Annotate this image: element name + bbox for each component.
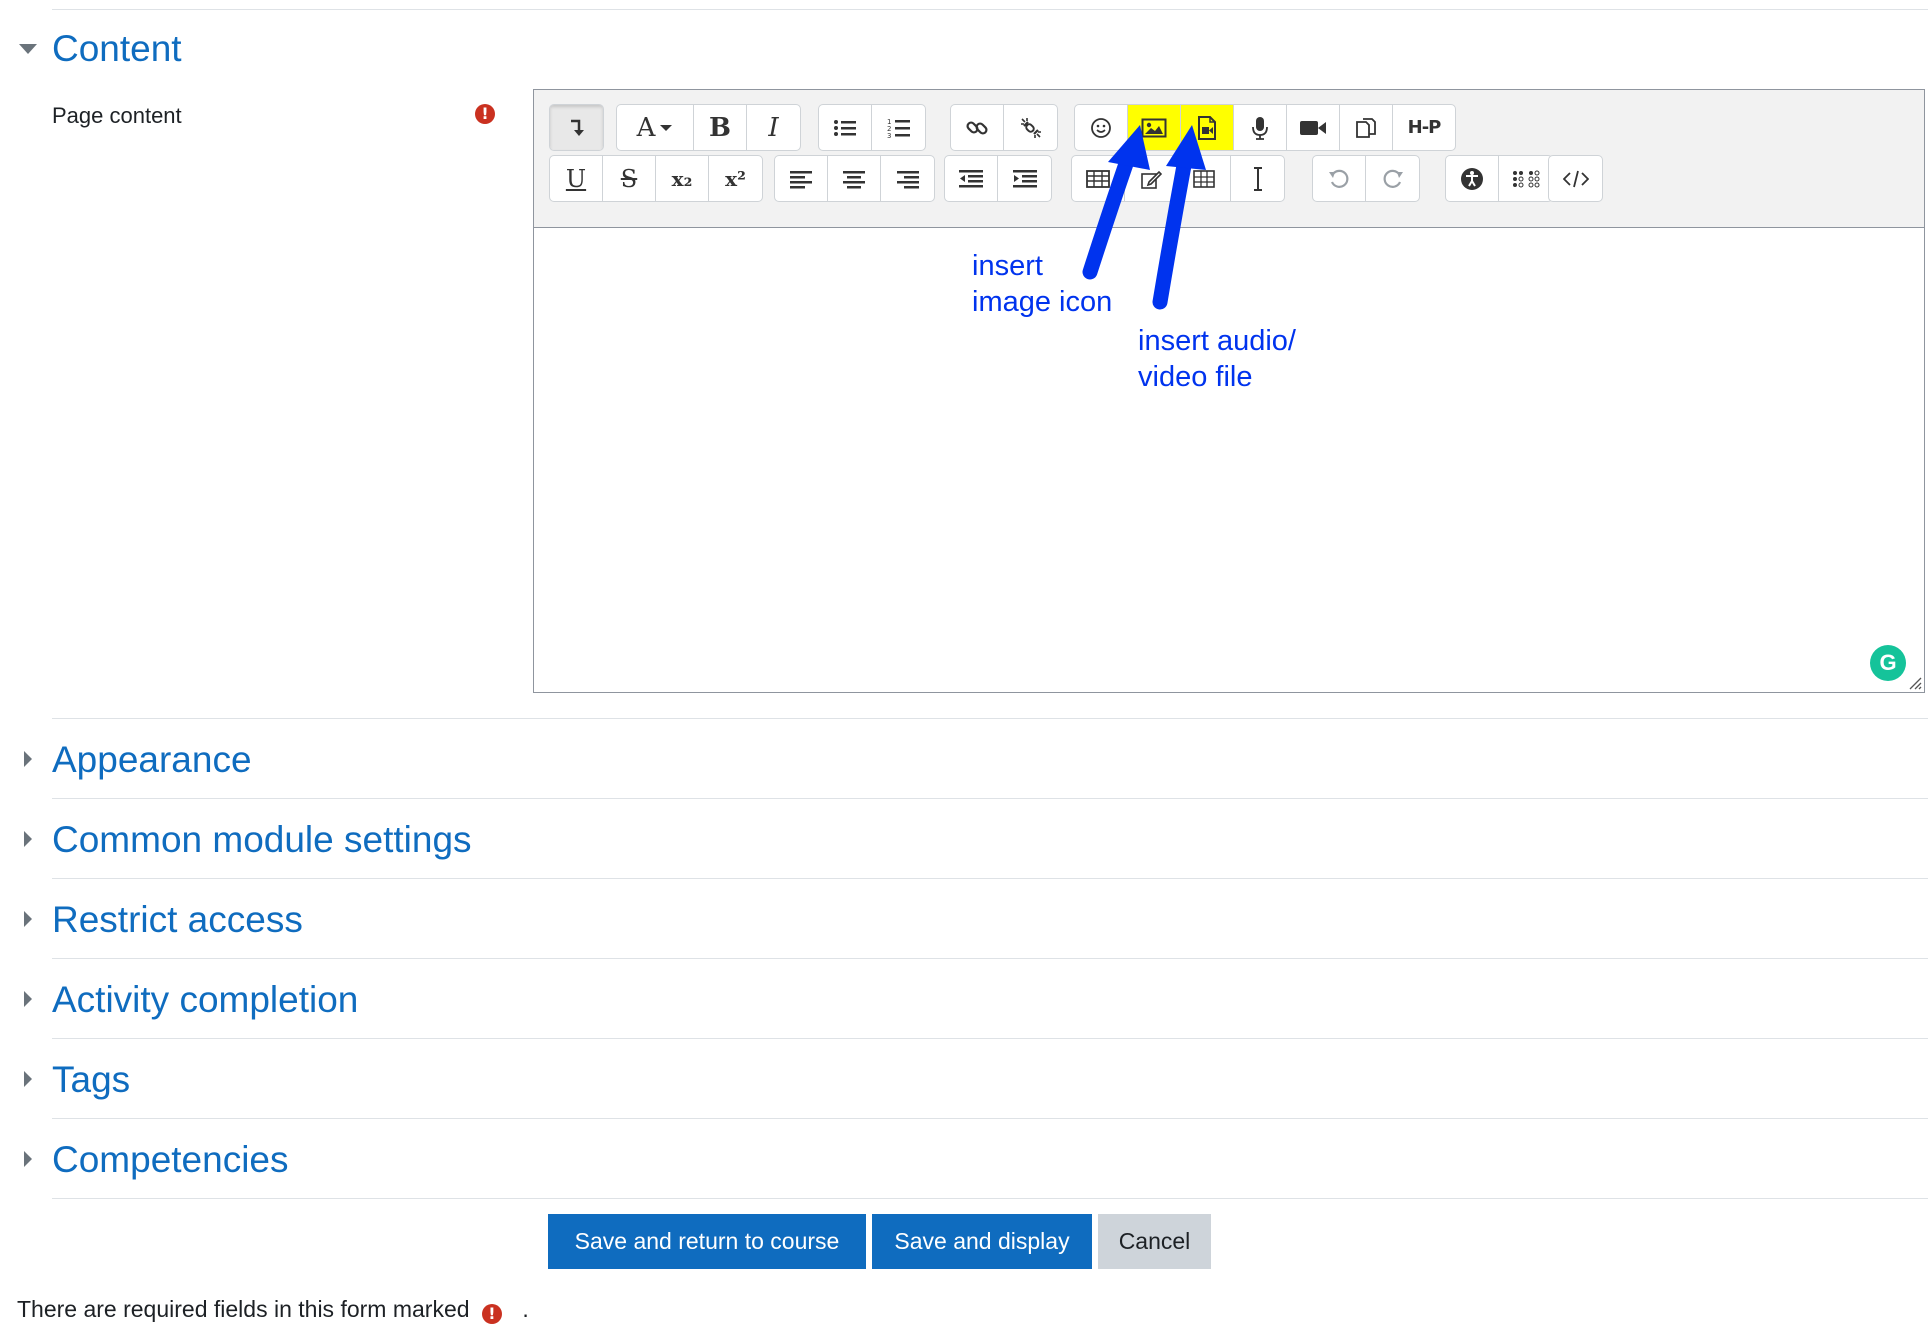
annotation-line: insert audio/ [1138,325,1296,357]
cancel-button[interactable]: Cancel [1098,1214,1211,1269]
section-common-module-settings-title[interactable]: Common module settings [52,819,472,861]
save-and-display-button[interactable]: Save and display [872,1214,1092,1269]
expand-caret-icon[interactable] [24,991,32,1007]
section-divider [52,1198,1928,1199]
section-divider [52,798,1928,799]
expand-caret-icon[interactable] [24,831,32,847]
section-divider [52,878,1928,879]
required-fields-note: There are required fields in this form m… [17,1296,529,1324]
section-tags-title[interactable]: Tags [52,1059,130,1101]
expand-caret-icon[interactable] [24,1151,32,1167]
footer-period: . [522,1296,529,1322]
section-divider [52,1038,1928,1039]
required-icon: ! [481,1304,502,1324]
section-divider [52,958,1928,959]
expand-caret-icon[interactable] [24,751,32,767]
section-appearance-title[interactable]: Appearance [52,739,252,781]
section-restrict-access-title[interactable]: Restrict access [52,899,303,941]
required-fields-text: There are required fields in this form m… [17,1296,470,1322]
save-and-return-button[interactable]: Save and return to course [548,1214,866,1269]
section-divider [52,718,1928,719]
expand-caret-icon[interactable] [24,1071,32,1087]
insert-image-annotation: insert image icon [972,248,1112,320]
expand-caret-icon[interactable] [24,911,32,927]
section-activity-completion-title[interactable]: Activity completion [52,979,358,1021]
annotation-line: image icon [972,286,1113,318]
annotation-arrows [1082,125,1206,310]
annotation-line: video file [1138,361,1253,393]
section-competencies-title[interactable]: Competencies [52,1139,289,1181]
arrow-to-media-icon [1152,125,1206,310]
section-divider [52,1118,1928,1119]
insert-media-annotation: insert audio/ video file [1138,323,1296,395]
annotation-line: insert [972,250,1043,282]
